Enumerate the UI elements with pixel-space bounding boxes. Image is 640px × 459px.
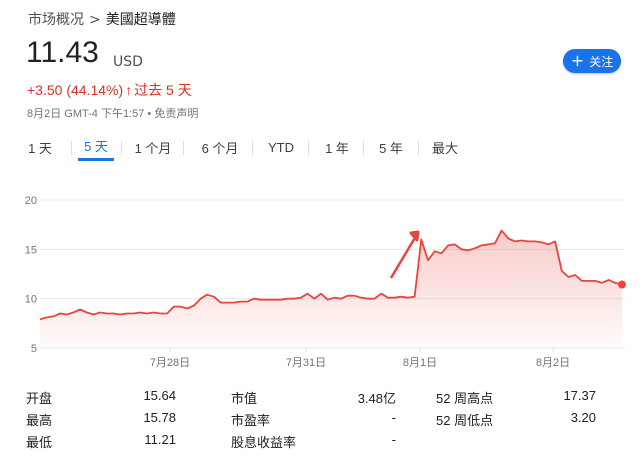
disclaimer-link[interactable]: 免责声明 — [154, 108, 198, 120]
tab-1-day[interactable]: 1 天 — [18, 133, 62, 161]
red-arrow-annotation-icon — [389, 230, 420, 279]
y-tick-label: 5 — [31, 343, 37, 355]
stat-value-52w-low: 3.20 — [570, 410, 596, 425]
y-tick-label: 20 — [25, 195, 37, 207]
plus-icon: + — [570, 51, 585, 70]
currency-label: USD — [113, 54, 143, 70]
price-change-value: +3.50 (44.14%) — [27, 82, 124, 98]
y-tick-label: 10 — [25, 294, 37, 306]
tab-divider — [363, 141, 364, 155]
up-arrow-icon: ↑ — [125, 82, 133, 98]
breadcrumb-separator: > — [89, 12, 101, 28]
breadcrumb-current: 美國超導體 — [105, 12, 176, 28]
stats-row: 开盘 15.64 市值 3.48亿 52 周高点 17.37 — [26, 388, 626, 408]
price-change: +3.50 (44.14%) ↑ 过去 5 天 — [27, 80, 192, 100]
tab-max[interactable]: 最大 — [426, 133, 464, 161]
stat-value-high: 15.78 — [143, 410, 176, 425]
y-tick-label: 15 — [25, 244, 37, 256]
timestamp: 8月2日 GMT-4 下午1:57 • 免责声明 — [27, 105, 198, 121]
stat-label-dividend-yield: 股息收益率 — [231, 435, 297, 450]
breadcrumb-market-overview-link[interactable]: 市场概况 — [28, 12, 84, 28]
price-chart[interactable]: 5 10 15 20 7月28日 7月31日 8月1日 8月2日 — [0, 180, 640, 380]
stat-label-market-cap: 市值 — [231, 391, 258, 406]
stat-label-pe-ratio: 市盈率 — [231, 413, 271, 428]
stat-value-open: 15.64 — [143, 388, 176, 403]
stat-label-52w-high: 52 周高点 — [436, 391, 494, 406]
x-tick-label: 8月2日 — [536, 357, 570, 369]
tab-1-month[interactable]: 1 个月 — [130, 133, 176, 161]
tab-ytd[interactable]: YTD — [262, 133, 300, 161]
stat-value-pe-ratio: - — [391, 410, 396, 425]
tab-5-day[interactable]: 5 天 — [78, 133, 114, 161]
stat-value-market-cap: 3.48亿 — [357, 391, 396, 406]
tab-divider — [418, 141, 419, 155]
stat-label-low: 最低 — [26, 435, 53, 450]
follow-button[interactable]: + 关注 — [563, 49, 621, 73]
change-period: 过去 5 天 — [134, 82, 192, 98]
stats-row: 最低 11.21 股息收益率 - — [26, 432, 626, 452]
tab-1-year[interactable]: 1 年 — [318, 133, 356, 161]
x-tick-label: 7月31日 — [286, 357, 326, 369]
stat-label-high: 最高 — [26, 413, 53, 428]
stock-price: 11.43 — [26, 36, 99, 69]
as-of-time: 8月2日 GMT-4 下午1:57 • — [27, 108, 152, 120]
tab-divider — [308, 141, 309, 155]
tab-divider — [252, 141, 253, 155]
x-tick-label: 7月28日 — [150, 357, 190, 369]
tab-divider — [71, 141, 72, 155]
stat-value-52w-high: 17.37 — [563, 388, 596, 403]
price-area-fill — [40, 230, 622, 348]
stat-value-low: 11.21 — [144, 432, 176, 447]
x-axis-ticks: 7月28日 7月31日 8月1日 8月2日 — [150, 348, 570, 369]
last-price-dot — [618, 280, 626, 289]
stat-value-dividend-yield: - — [391, 432, 396, 447]
stat-label-52w-low: 52 周低点 — [436, 413, 494, 428]
y-axis-ticks: 5 10 15 20 — [25, 195, 37, 355]
tab-divider — [183, 141, 184, 155]
stat-label-open: 开盘 — [26, 391, 53, 406]
tab-divider — [121, 141, 122, 155]
stats-row: 最高 15.78 市盈率 - 52 周低点 3.20 — [26, 410, 626, 430]
breadcrumb: 市场概况 > 美國超導體 — [28, 9, 176, 29]
x-tick-label: 8月1日 — [403, 357, 437, 369]
follow-button-label: 关注 — [589, 54, 614, 69]
tab-5-year[interactable]: 5 年 — [372, 133, 410, 161]
tab-6-month[interactable]: 6 个月 — [194, 133, 246, 161]
